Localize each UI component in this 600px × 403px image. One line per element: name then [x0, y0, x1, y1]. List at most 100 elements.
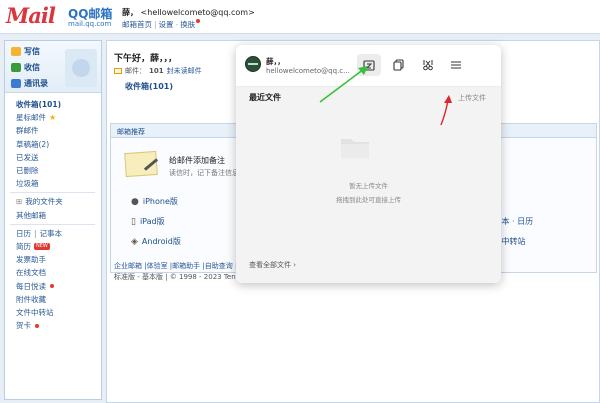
- ipad-label: iPad版: [139, 217, 165, 226]
- mail-unread-text: 封未读邮件: [166, 67, 202, 75]
- upload-file-link[interactable]: 上传文件: [458, 93, 486, 103]
- copy-icon: [393, 59, 404, 71]
- home-link[interactable]: 邮箱首页: [122, 20, 152, 29]
- view-all-files-link[interactable]: 查看全部文件 ›: [249, 260, 296, 270]
- inbox-link[interactable]: 收件箱(101): [125, 81, 173, 92]
- folder-spam-label: 垃圾箱: [16, 179, 39, 189]
- folder-z-icon: [363, 60, 375, 71]
- online-docs-link[interactable]: 在线文档: [16, 266, 101, 279]
- calendar-link[interactable]: 日历: [16, 227, 31, 240]
- mail-count[interactable]: 101: [149, 67, 164, 75]
- empty-title: 暂无上传文件: [349, 182, 388, 190]
- notification-dot: [35, 323, 39, 328]
- account-info: 薛， <hellowelcometo@qq.com>: [122, 7, 255, 18]
- folder-deleted[interactable]: 已删除: [16, 164, 101, 177]
- folder-other-label: 其他邮箱: [16, 210, 46, 220]
- recent-files-title: 最近文件: [249, 93, 281, 102]
- screenshot-button[interactable]: [416, 54, 440, 76]
- folder-group-label: 群邮件: [16, 126, 39, 136]
- folder-starred[interactable]: 星标邮件 ★: [16, 111, 101, 124]
- folder-deleted-label: 已删除: [16, 166, 39, 176]
- folder-other[interactable]: 其他邮箱: [16, 209, 101, 222]
- android-app-link[interactable]: ◈ Android版: [131, 236, 181, 247]
- contacts-label: 通讯录: [24, 79, 48, 88]
- note-title[interactable]: 给邮件添加备注: [169, 155, 225, 166]
- new-badge: NEW: [34, 243, 50, 251]
- account-email: <hellowelcometo@qq.com>: [140, 8, 255, 17]
- logo-mail-text: Mail: [6, 3, 56, 28]
- folder-group[interactable]: 群邮件: [16, 124, 101, 137]
- invoice-helper-link[interactable]: 发票助手: [16, 253, 101, 266]
- android-icon: ◈: [131, 236, 138, 247]
- receive-label: 收信: [24, 63, 40, 72]
- notification-dot: [196, 19, 201, 23]
- inbox-icon: [11, 63, 21, 72]
- qq-mail-logo[interactable]: Mail QQ邮箱 mail.qq.com: [6, 3, 118, 30]
- pencil-icon: [11, 47, 21, 56]
- daily-read-label: 每日悦读: [16, 281, 46, 291]
- sidebar: 写信 收信 通讯录 收件箱(101) 星标邮件 ★ 群邮件 草稿箱(2) 已发送 …: [4, 40, 102, 400]
- folder-drafts-label: 草稿箱(2): [16, 139, 50, 149]
- greeting: 下午好，薛，，，: [114, 54, 178, 64]
- mail-summary: 邮件： 101 封未读邮件: [114, 66, 202, 76]
- header-links: 邮箱首页 | 设置 - 换肤: [122, 19, 201, 30]
- files-button[interactable]: [357, 54, 381, 76]
- notes-link[interactable]: 记事本: [40, 227, 63, 240]
- file-popup: 薛，， hellowelcometo@qq.c... 最近文件 上传文件 暂无上…: [236, 45, 501, 283]
- settings-link[interactable]: 设置: [159, 20, 174, 29]
- mail-prefix: 邮件：: [125, 67, 146, 75]
- resume-label: 简历: [16, 242, 31, 252]
- folder-spam[interactable]: 垃圾箱: [16, 177, 101, 190]
- cards-link[interactable]: 贺卡: [16, 319, 101, 332]
- empty-desc: 拖拽到此处可直接上传: [336, 196, 401, 204]
- popup-user-email: hellowelcometo@qq.c...: [266, 67, 350, 75]
- cards-label: 贺卡: [16, 321, 31, 331]
- tablet-icon: ▯: [131, 216, 136, 227]
- write-button[interactable]: 写信: [11, 46, 40, 57]
- daily-read-link[interactable]: 每日悦读: [16, 280, 101, 293]
- sidebar-actions: 写信 收信 通讯录: [5, 41, 101, 93]
- divider: [10, 192, 95, 194]
- folder-drafts[interactable]: 草稿箱(2): [16, 138, 101, 151]
- iphone-label: iPhone版: [142, 197, 178, 206]
- android-label: Android版: [141, 237, 181, 246]
- popup-body: 最近文件 上传文件 暂无上传文件 拖拽到此处可直接上传 查看全部文件 ›: [236, 87, 501, 283]
- folder-my-folders-label: 我的文件夹: [25, 197, 63, 207]
- copy-button[interactable]: [387, 54, 411, 76]
- folder-inbox[interactable]: 收件箱(101): [16, 98, 101, 111]
- top-bar: Mail QQ邮箱 mail.qq.com 薛， <hellowelcometo…: [0, 0, 600, 34]
- menu-button[interactable]: [444, 54, 468, 76]
- folder-my-folders[interactable]: ⊞ 我的文件夹: [16, 195, 101, 208]
- divider: [10, 223, 95, 225]
- sidebar-decoration: [65, 49, 97, 87]
- empty-folder-icon: [341, 139, 369, 158]
- folder-inbox-label: 收件箱(101): [16, 100, 62, 109]
- contacts-button[interactable]: 通讯录: [11, 78, 48, 89]
- popup-user-name: 薛，，: [266, 57, 285, 66]
- view-all-label: 查看全部文件: [249, 261, 291, 269]
- folder-sent[interactable]: 已发送: [16, 151, 101, 164]
- hamburger-icon: [451, 61, 461, 69]
- scissors-icon: [423, 60, 433, 71]
- iphone-app-link[interactable]: ● iPhone版: [131, 196, 178, 207]
- contacts-icon: [11, 79, 21, 88]
- online-docs-label: 在线文档: [16, 268, 46, 278]
- ipad-app-link[interactable]: ▯ iPad版: [131, 216, 165, 227]
- expand-icon: ⊞: [16, 197, 23, 207]
- star-icon: ★: [49, 113, 57, 123]
- attachments-label: 附件收藏: [16, 294, 46, 304]
- footer-links[interactable]: 企业邮箱 |体验室 |邮箱助手 |自助查询 |: [114, 261, 237, 272]
- resume-link[interactable]: 简历 NEW: [16, 240, 101, 253]
- file-transfer-label: 文件中转站: [16, 308, 54, 318]
- skin-link[interactable]: 换肤: [180, 20, 195, 29]
- apple-icon: ●: [131, 196, 139, 207]
- receive-button[interactable]: 收信: [11, 62, 40, 73]
- attachments-link[interactable]: 附件收藏: [16, 293, 101, 306]
- avatar[interactable]: [245, 56, 261, 72]
- folder-list: 收件箱(101) 星标邮件 ★ 群邮件 草稿箱(2) 已发送 已删除 垃圾箱 ⊞ 我…: [5, 93, 101, 332]
- file-transfer-link[interactable]: 文件中转站: [16, 306, 101, 319]
- account-name: 薛，: [122, 8, 138, 17]
- note-desc: 读信时，记下备注信息: [169, 169, 239, 177]
- chevron-right-icon: ›: [293, 261, 297, 269]
- logo-domain-text: mail.qq.com: [68, 20, 112, 28]
